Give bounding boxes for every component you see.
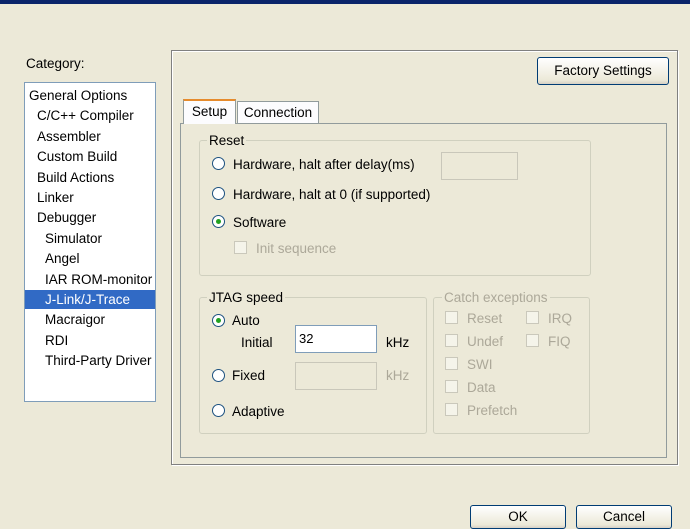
cancel-button[interactable]: Cancel xyxy=(576,505,672,529)
jtag-fixed-khz: kHz xyxy=(386,368,410,383)
category-item[interactable]: Linker xyxy=(25,188,78,207)
jtag-fixed-input[interactable] xyxy=(295,362,377,390)
category-list[interactable]: General Options C/C++ Compiler Assembler Cu… xyxy=(24,82,156,402)
catch-data-label: Data xyxy=(467,380,496,395)
category-item[interactable]: J-Link/J-Trace xyxy=(25,290,155,309)
category-item[interactable]: Debugger xyxy=(25,208,100,227)
hw-delay-radio[interactable] xyxy=(212,157,225,170)
catch-prefetch-label: Prefetch xyxy=(467,403,518,418)
category-item[interactable]: Custom Build xyxy=(25,147,121,166)
jtag-initial-khz: kHz xyxy=(386,335,410,350)
catch-fiq-label: FIQ xyxy=(548,334,571,349)
tab-connection[interactable]: Connection xyxy=(237,101,319,123)
category-item[interactable]: Build Actions xyxy=(25,168,118,187)
catch-irq-label: IRQ xyxy=(548,311,573,326)
catch-prefetch-checkbox[interactable] xyxy=(445,403,458,416)
category-item[interactable]: General Options xyxy=(25,86,131,105)
jtag-adaptive-label: Adaptive xyxy=(232,404,285,419)
jtag-adaptive-radio[interactable] xyxy=(212,404,225,417)
hw-delay-label: Hardware, halt after delay(ms) xyxy=(233,157,415,172)
category-item[interactable]: C/C++ Compiler xyxy=(25,106,138,125)
catch-undef-checkbox[interactable] xyxy=(445,334,458,347)
catch-irq-checkbox[interactable] xyxy=(526,311,539,324)
category-item[interactable]: Assembler xyxy=(25,127,105,146)
title-bar-edge xyxy=(0,0,690,4)
category-item[interactable]: Third-Party Driver xyxy=(25,351,156,370)
reset-group-title: Reset xyxy=(207,133,247,148)
hw-delay-input[interactable] xyxy=(441,152,518,180)
ok-button[interactable]: OK xyxy=(470,505,566,529)
category-item[interactable]: RDI xyxy=(25,331,72,350)
hw-halt0-radio[interactable] xyxy=(212,187,225,200)
catch-reset-checkbox[interactable] xyxy=(445,311,458,324)
software-label: Software xyxy=(233,215,287,230)
category-item[interactable]: Angel xyxy=(25,249,84,268)
init-sequence-checkbox[interactable] xyxy=(234,241,247,254)
jtag-fixed-radio[interactable] xyxy=(212,369,225,382)
catch-swi-checkbox[interactable] xyxy=(445,357,458,370)
jtag-auto-radio[interactable] xyxy=(212,314,225,327)
catch-undef-label: Undef xyxy=(467,334,504,349)
catch-exceptions-title: Catch exceptions xyxy=(442,290,550,305)
category-label: Category: xyxy=(26,56,85,71)
hw-halt0-label: Hardware, halt at 0 (if supported) xyxy=(233,187,431,202)
jtag-initial-input[interactable]: 32 xyxy=(295,325,377,353)
jtag-fixed-label: Fixed xyxy=(232,368,266,383)
catch-data-checkbox[interactable] xyxy=(445,380,458,393)
category-item[interactable]: IAR ROM-monitor xyxy=(25,270,156,289)
catch-fiq-checkbox[interactable] xyxy=(526,334,539,347)
category-item[interactable]: Macraigor xyxy=(25,310,109,329)
jtag-speed-title: JTAG speed xyxy=(207,290,286,305)
catch-reset-label: Reset xyxy=(467,311,503,326)
category-item[interactable]: Simulator xyxy=(25,229,106,248)
factory-settings-button[interactable]: Factory Settings xyxy=(537,57,669,85)
jtag-initial-label: Initial xyxy=(241,335,273,350)
catch-swi-label: SWI xyxy=(467,357,493,372)
tab-setup[interactable]: Setup xyxy=(183,99,236,124)
software-radio[interactable] xyxy=(212,215,225,228)
jtag-auto-label: Auto xyxy=(232,313,260,328)
init-sequence-label: Init sequence xyxy=(256,241,337,256)
